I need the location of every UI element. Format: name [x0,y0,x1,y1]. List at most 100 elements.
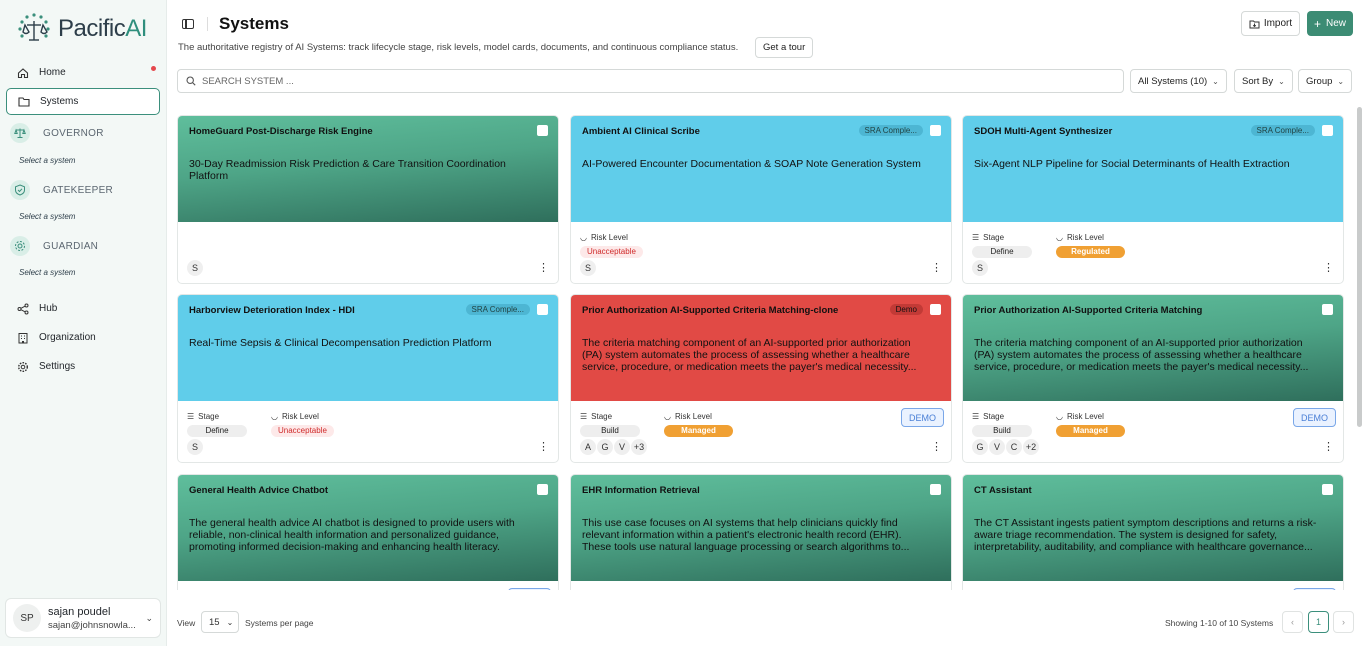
get-tour-button[interactable]: Get a tour [755,37,814,58]
nav-home[interactable]: Home [6,59,160,86]
section-guardian[interactable]: GUARDIAN [10,236,98,256]
select-checkbox[interactable] [1322,304,1333,315]
section-guardian-label: GUARDIAN [43,240,99,252]
page-1-button[interactable]: 1 [1308,611,1329,633]
nav-hub[interactable]: Hub [6,295,160,322]
select-checkbox[interactable] [537,304,548,315]
risk-value: Managed [664,425,733,437]
card-header[interactable]: General Health Advice Chatbot The general… [178,475,558,581]
owner-avatars[interactable]: A G V +3 [580,439,648,455]
card-header[interactable]: Harborview Deterioration Index - HDI SRA … [178,295,558,401]
layers-icon: ☰ [187,412,195,421]
system-name: Prior Authorization AI-Supported Criteri… [582,305,839,316]
select-checkbox[interactable] [930,125,941,136]
more-options-icon[interactable]: ⋮ [931,442,942,453]
system-name: Prior Authorization AI-Supported Criteri… [974,305,1203,316]
gauge-icon: ◡ [1056,412,1063,421]
more-options-icon[interactable]: ⋮ [538,442,549,453]
section-governor[interactable]: GOVERNOR [10,123,104,143]
scope-select[interactable]: All Systems (10) ⌄ [1130,69,1227,93]
risk-value: Unacceptable [271,425,334,437]
select-checkbox[interactable] [1322,484,1333,495]
system-card[interactable]: Prior Authorization AI-Supported Criteri… [962,294,1344,463]
system-card[interactable]: Harborview Deterioration Index - HDI SRA … [177,294,559,463]
sidebar-toggle-icon[interactable] [182,19,194,29]
gatekeeper-select-hint[interactable]: Select a system [19,212,75,221]
owner-avatar: S [187,439,203,455]
risk-label: ◡ Risk Level [1056,233,1104,242]
system-card[interactable]: General Health Advice Chatbot The general… [177,474,559,590]
system-description: The criteria matching component of an AI… [974,337,1309,373]
system-card[interactable]: SDOH Multi-Agent Synthesizer SRA Comple..… [962,115,1344,284]
folder-icon [17,95,31,109]
card-header[interactable]: Prior Authorization AI-Supported Criteri… [963,295,1343,401]
stage-value: Define [972,246,1032,258]
system-name: HomeGuard Post-Discharge Risk Engine [189,126,373,137]
system-card[interactable]: EHR Information Retrieval This use case f… [570,474,952,590]
per-page-select[interactable]: 15 ⌄ [201,611,239,633]
owner-avatars[interactable]: S [972,260,989,276]
more-options-icon[interactable]: ⋮ [538,263,549,274]
more-options-icon[interactable]: ⋮ [1323,263,1334,274]
stage-value: Build [972,425,1032,437]
nav-settings[interactable]: Settings [6,353,160,380]
system-card[interactable]: CT Assistant The CT Assistant ingests pat… [962,474,1344,590]
owner-avatars[interactable]: S [187,260,204,276]
gauge-icon: ◡ [664,412,671,421]
new-button[interactable]: + New [1307,11,1353,36]
card-header[interactable]: Prior Authorization AI-Supported Criteri… [571,295,951,401]
card-header[interactable]: SDOH Multi-Agent Synthesizer SRA Comple..… [963,116,1343,222]
sort-select[interactable]: Sort By ⌄ [1234,69,1293,93]
stage-value: Define [187,425,247,437]
section-gatekeeper[interactable]: GATEKEEPER [10,180,113,200]
system-card[interactable]: HomeGuard Post-Discharge Risk Engine 30-D… [177,115,559,284]
next-page-button[interactable]: › [1333,611,1354,633]
guardian-select-hint[interactable]: Select a system [19,268,75,277]
new-label: New [1326,18,1347,29]
shield-icon [10,180,30,200]
nav-organization[interactable]: Organization [6,324,160,351]
system-card[interactable]: Ambient AI Clinical Scribe SRA Comple... A… [570,115,952,284]
search-input[interactable] [202,75,1082,87]
owner-avatar: G [597,439,613,455]
nav-systems[interactable]: Systems [6,88,160,115]
system-card[interactable]: Prior Authorization AI-Supported Criteri… [570,294,952,463]
scrollbar[interactable] [1357,107,1362,427]
governor-select-hint[interactable]: Select a system [19,156,75,165]
select-checkbox[interactable] [930,484,941,495]
page-subtitle: The authoritative registry of AI Systems… [178,42,739,53]
card-header[interactable]: EHR Information Retrieval This use case f… [571,475,951,581]
user-menu[interactable]: SP sajan poudel sajan@johnsnowla... ⌄ [5,598,161,638]
owner-avatar: S [580,260,596,276]
select-checkbox[interactable] [930,304,941,315]
chevron-down-icon: ⌄ [226,617,234,627]
group-select[interactable]: Group ⌄ [1298,69,1353,93]
layers-icon: ☰ [972,412,980,421]
system-name: Harborview Deterioration Index - HDI [189,305,355,316]
brand-logo[interactable]: PacificAI [16,12,147,46]
risk-label: ◡ Risk Level [1056,412,1104,421]
per-page-label: Systems per page [245,618,314,628]
card-header[interactable]: Ambient AI Clinical Scribe SRA Comple... A… [571,116,951,222]
nav-hub-label: Hub [39,303,58,314]
select-checkbox[interactable] [1322,125,1333,136]
more-options-icon[interactable]: ⋮ [931,263,942,274]
owner-avatars[interactable]: S [187,439,204,455]
gauge-icon: ◡ [1056,233,1063,242]
owner-avatars[interactable]: S [580,260,597,276]
logo-icon [18,13,50,41]
owner-avatars[interactable]: G V C +2 [972,439,1040,455]
prev-page-button[interactable]: ‹ [1282,611,1303,633]
card-header[interactable]: CT Assistant The CT Assistant ingests pat… [963,475,1343,581]
sidebar: PacificAI Home Systems GOVERNOR Select a… [0,0,167,646]
card-header[interactable]: HomeGuard Post-Discharge Risk Engine 30-D… [178,116,558,222]
owner-avatar: S [972,260,988,276]
import-button[interactable]: Import [1241,11,1300,36]
select-checkbox[interactable] [537,125,548,136]
more-options-icon[interactable]: ⋮ [1323,442,1334,453]
search-box[interactable] [177,69,1124,93]
user-email: sajan@johnsnowla... [48,619,136,631]
select-checkbox[interactable] [537,484,548,495]
owner-avatar: C [1006,439,1022,455]
stage-value: Build [580,425,640,437]
